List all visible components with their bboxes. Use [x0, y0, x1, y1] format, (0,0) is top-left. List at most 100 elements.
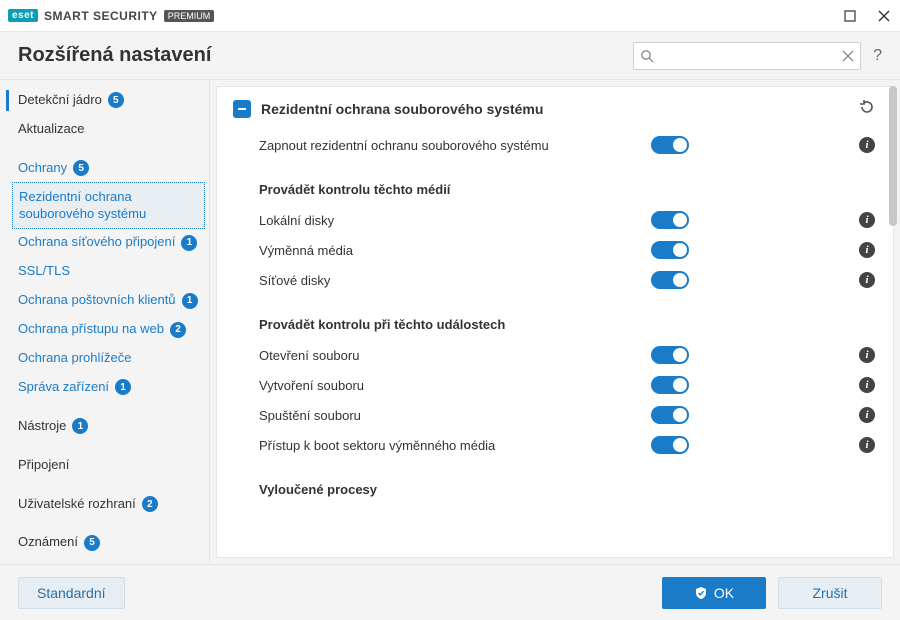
sidebar-item-badge: 5	[108, 92, 124, 108]
sidebar-item-badge: 5	[84, 535, 100, 551]
footer: Standardní OK Zrušit	[0, 564, 900, 620]
search-input[interactable]	[658, 47, 838, 64]
default-button[interactable]: Standardní	[18, 577, 125, 609]
search-box[interactable]	[633, 42, 861, 70]
sidebar-item-label: Ochrana prohlížeče	[18, 350, 131, 367]
sidebar-gap	[0, 518, 209, 528]
close-button[interactable]	[876, 8, 892, 24]
info-icon[interactable]: i	[859, 347, 875, 363]
info-icon[interactable]: i	[859, 437, 875, 453]
sidebar-item-label: Ochrana poštovních klientů	[18, 292, 176, 309]
sidebar-item[interactable]: Ochrana prohlížeče	[0, 344, 209, 373]
setting-row: Otevření souboru i	[259, 340, 875, 370]
row-label: Lokální disky	[259, 213, 651, 228]
sidebar-gap	[0, 441, 209, 451]
reset-section-icon[interactable]	[859, 99, 875, 118]
sidebar-item-label: Ochrany	[18, 160, 67, 177]
info-icon[interactable]: i	[859, 377, 875, 393]
search-icon	[640, 49, 654, 63]
title-bar: eset SMART SECURITY PREMIUM	[0, 0, 900, 32]
sidebar-gap	[0, 402, 209, 412]
group-events-heading: Provádět kontrolu při těchto událostech	[259, 317, 875, 332]
info-icon[interactable]: i	[859, 137, 875, 153]
enable-group: Zapnout rezidentní ochranu souborového s…	[259, 130, 875, 160]
maximize-button[interactable]	[842, 8, 858, 24]
sidebar-item[interactable]: Ochrana poštovních klientů 1	[0, 286, 209, 315]
toggle[interactable]	[651, 376, 689, 394]
brand: eset SMART SECURITY PREMIUM	[8, 9, 214, 23]
window-buttons	[842, 8, 892, 24]
clear-search-icon[interactable]	[842, 50, 854, 62]
toggle[interactable]	[651, 211, 689, 229]
group-media-heading: Provádět kontrolu těchto médií	[259, 182, 875, 197]
sidebar-item-label: Ochrana síťového připojení	[18, 234, 175, 251]
sidebar-item-badge: 1	[182, 293, 198, 309]
sidebar-item-badge: 1	[115, 379, 131, 395]
sidebar-item-label: Detekční jádro	[18, 92, 102, 109]
maximize-icon	[844, 10, 856, 22]
sidebar-item[interactable]: Oznámení 5	[0, 528, 209, 557]
info-icon[interactable]: i	[859, 272, 875, 288]
content-wrap: Rezidentní ochrana souborového systému Z…	[210, 80, 900, 564]
sidebar-item[interactable]: Nástroje1	[0, 412, 209, 441]
sidebar-item[interactable]: Připojení	[0, 451, 209, 480]
setting-row: Síťové diskyi	[259, 265, 875, 295]
ok-button-label: OK	[714, 585, 734, 601]
info-icon[interactable]: i	[859, 242, 875, 258]
row-label: Přístup k boot sektoru výměnného média	[259, 438, 651, 453]
info-icon[interactable]: i	[859, 212, 875, 228]
sidebar-item-label: Ochrana přístupu na web	[18, 321, 164, 338]
row-label: Vytvoření souboru	[259, 378, 651, 393]
sidebar-item-badge: 1	[181, 235, 197, 251]
brand-product: SMART SECURITY	[44, 9, 158, 23]
toggle[interactable]	[651, 436, 689, 454]
cancel-button[interactable]: Zrušit	[778, 577, 882, 609]
toggle[interactable]	[651, 346, 689, 364]
toggle-enable-realtime[interactable]	[651, 136, 689, 154]
info-icon[interactable]: i	[859, 407, 875, 423]
sidebar-item-label: Správa zařízení	[18, 379, 109, 396]
sidebar-item-label: Rezidentní ochrana souborového systému	[19, 189, 198, 223]
sidebar-item-label: Oznámení	[18, 534, 78, 551]
setting-row: Přístup k boot sektoru výměnného média i	[259, 430, 875, 460]
collapse-section-button[interactable]	[233, 100, 251, 118]
sidebar-item[interactable]: Rezidentní ochrana souborového systému	[12, 182, 205, 230]
scroll-rail[interactable]	[888, 86, 898, 558]
row-label: Výměnná média	[259, 243, 651, 258]
setting-row: Spuštění souboru i	[259, 400, 875, 430]
group-excluded-heading: Vyloučené procesy	[259, 482, 875, 497]
sidebar-item[interactable]: Aktualizace	[0, 115, 209, 144]
sidebar-item[interactable]: Ochrany 5	[0, 154, 209, 183]
page-title: Rozšířená nastavení	[18, 44, 211, 67]
sidebar-item[interactable]: Ochrana síťového připojení 1	[0, 228, 209, 257]
sidebar-item[interactable]: SSL/TLS	[0, 257, 209, 286]
sidebar-item-badge: 1	[72, 418, 88, 434]
group-events: Otevření souboruiVytvoření souboruiSpušt…	[259, 340, 875, 460]
brand-tier-badge: PREMIUM	[164, 10, 215, 22]
row-label: Otevření souboru	[259, 348, 651, 363]
sidebar-item[interactable]: Detekční jádro 5	[0, 86, 209, 115]
sidebar-item-badge: 2	[142, 496, 158, 512]
sidebar-item-badge: 5	[73, 160, 89, 176]
setting-row: Vytvoření souboru i	[259, 370, 875, 400]
toggle[interactable]	[651, 271, 689, 289]
body: Detekční jádro 5 Aktualizace Ochrany 5 Rezide…	[0, 80, 900, 564]
row-label: Zapnout rezidentní ochranu souborového s…	[259, 138, 651, 153]
sidebar-item[interactable]: Ochrana přístupu na web 2	[0, 315, 209, 344]
scroll-thumb[interactable]	[889, 86, 897, 226]
ok-button[interactable]: OK	[662, 577, 766, 609]
sidebar-item[interactable]: Správa zařízení 1	[0, 373, 209, 402]
sidebar-item[interactable]: Uživatelské rozhraní2	[0, 490, 209, 519]
toggle[interactable]	[651, 406, 689, 424]
sidebar-item-label: Připojení	[18, 457, 69, 474]
help-icon[interactable]: ?	[873, 47, 882, 65]
setting-row: Výměnná média i	[259, 235, 875, 265]
close-icon	[878, 10, 890, 22]
brand-eset: eset	[8, 9, 38, 22]
sidebar-item-badge: 2	[170, 322, 186, 338]
section-title: Rezidentní ochrana souborového systému	[261, 101, 543, 117]
row-label: Spuštění souboru	[259, 408, 651, 423]
group-media: Lokální diskyiVýměnná médiaiSíťové disky…	[259, 205, 875, 295]
row-enable-realtime: Zapnout rezidentní ochranu souborového s…	[259, 130, 875, 160]
toggle[interactable]	[651, 241, 689, 259]
